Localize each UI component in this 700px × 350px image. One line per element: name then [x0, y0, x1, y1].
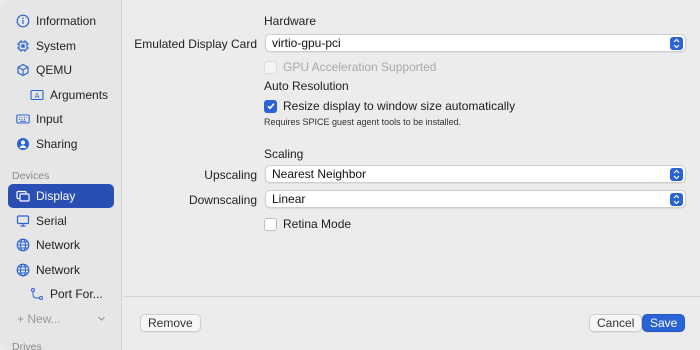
save-button[interactable]: Save [642, 314, 686, 332]
popup-value: Nearest Neighbor [272, 167, 367, 181]
svg-text:A: A [35, 92, 40, 100]
info-icon [16, 14, 30, 28]
sidebar-item-label: Sharing [36, 137, 78, 151]
sidebar-section-drives: Drives [12, 341, 42, 350]
text-field-icon: A [30, 88, 44, 102]
sidebar-item-input[interactable]: Input [8, 107, 114, 131]
updown-chevron-icon [670, 193, 683, 206]
checkmark-icon [266, 103, 275, 110]
spice-agent-note: Requires SPICE guest agent tools to be i… [264, 117, 462, 127]
monitor-icon [16, 214, 30, 228]
sidebar-section-devices: Devices [12, 170, 50, 182]
sidebar-item-label: Input [36, 112, 63, 126]
gpu-acceleration-row: GPU Acceleration Supported [264, 60, 436, 74]
remove-button[interactable]: Remove [140, 314, 201, 332]
sidebar-item-network-2[interactable]: Network [8, 258, 114, 282]
retina-mode-label: Retina Mode [283, 217, 352, 231]
sidebar-item-label: System [36, 39, 77, 53]
sidebar-item-port-forward[interactable]: Port For... [8, 282, 114, 306]
sidebar-item-label: Network [36, 238, 81, 252]
hardware-title: Hardware [264, 14, 317, 28]
chevron-down-icon [97, 312, 106, 326]
emulated-display-card-popup[interactable]: virtio-gpu-pci [265, 34, 686, 52]
resize-display-checkbox[interactable] [264, 99, 277, 113]
gpu-acceleration-label: GPU Acceleration Supported [283, 60, 437, 74]
popup-value: virtio-gpu-pci [272, 36, 341, 50]
updown-chevron-icon [670, 168, 683, 181]
retina-mode-row: Retina Mode [264, 217, 351, 231]
cancel-button[interactable]: Cancel [589, 314, 643, 332]
downscaling-popup[interactable]: Linear [265, 190, 686, 208]
footer-bar: Remove Cancel Save [123, 297, 700, 350]
sidebar-item-label: Information [36, 14, 97, 28]
new-label: + New... [17, 312, 61, 326]
sidebar-item-serial[interactable]: Serial [8, 209, 114, 233]
keyboard-icon [16, 112, 30, 126]
upscaling-popup[interactable]: Nearest Neighbor [265, 165, 686, 183]
globe-icon [16, 263, 30, 277]
retina-mode-checkbox[interactable] [264, 217, 277, 231]
person-circle-icon [16, 137, 30, 151]
sidebar-item-label: Display [36, 189, 76, 203]
sidebar-item-network-1[interactable]: Network [8, 233, 114, 257]
sidebar-item-information[interactable]: Information [8, 9, 114, 33]
sidebar-item-label: QEMU [36, 63, 72, 77]
sidebar-item-sharing[interactable]: Sharing [8, 132, 114, 156]
globe-icon [16, 238, 30, 252]
emulated-display-card-label: Emulated Display Card [134, 37, 257, 51]
sidebar-item-label: Serial [36, 214, 67, 228]
cube-icon [16, 63, 30, 77]
sidebar-item-label: Port For... [50, 287, 103, 301]
updown-chevron-icon [670, 37, 683, 50]
display-settings-panel: Hardware Emulated Display Card virtio-gp… [123, 0, 700, 296]
upscaling-label: Upscaling [204, 168, 257, 182]
sidebar-new-button[interactable]: + New... [8, 307, 114, 331]
chip-icon [16, 39, 30, 53]
sidebar-item-qemu[interactable]: QEMU [8, 58, 114, 82]
sidebar-item-label: Arguments [50, 88, 109, 102]
scaling-title: Scaling [264, 147, 304, 161]
sidebar-item-label: Network [36, 263, 81, 277]
sidebar-item-display[interactable]: Display [8, 184, 114, 208]
resize-display-row: Resize display to window size automatica… [264, 99, 515, 113]
popup-value: Linear [272, 192, 306, 206]
sidebar-item-arguments[interactable]: A Arguments [8, 83, 114, 107]
downscaling-label: Downscaling [188, 193, 257, 207]
settings-window: Information System QEMU A Arguments Inpu… [0, 0, 700, 350]
auto-resolution-title: Auto Resolution [264, 79, 349, 93]
gpu-acceleration-checkbox[interactable] [264, 60, 277, 74]
sidebar-item-system[interactable]: System [8, 34, 114, 58]
port-forward-icon [30, 287, 44, 301]
sidebar: Information System QEMU A Arguments Inpu… [0, 0, 122, 350]
display-icon [16, 189, 30, 203]
resize-display-label: Resize display to window size automatica… [283, 99, 516, 113]
